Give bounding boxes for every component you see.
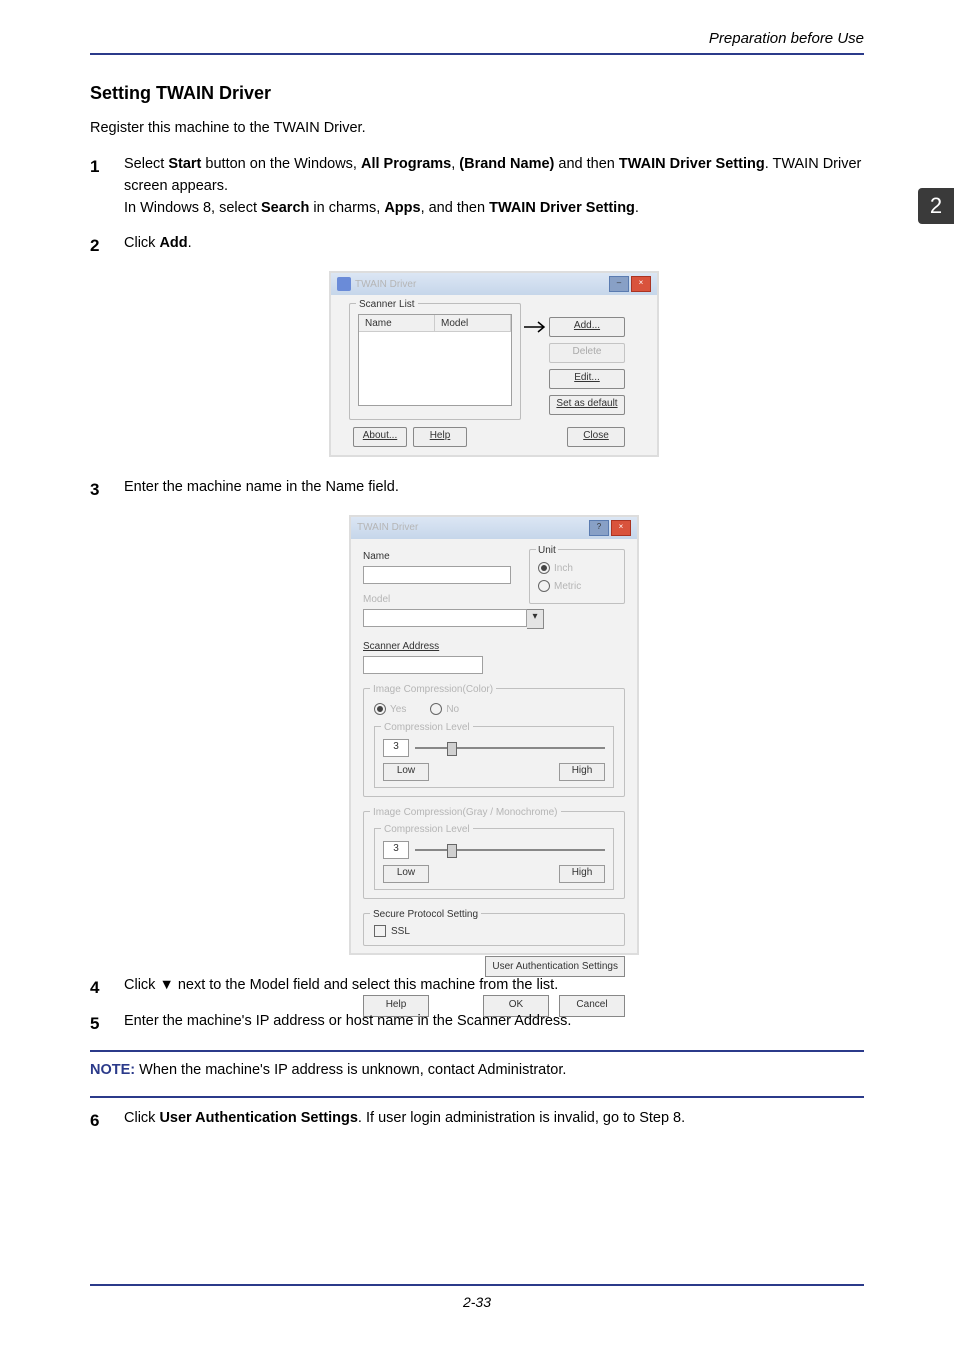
unit-legend: Unit — [536, 543, 558, 558]
image-compression-gray-group: Image Compression(Gray / Monochrome) Com… — [363, 811, 625, 899]
ic-color-legend: Image Compression(Color) — [370, 682, 496, 697]
note: NOTE: When the machine's IP address is u… — [90, 1062, 864, 1078]
unit-group: Unit Inch Metric — [529, 549, 625, 604]
user-auth-settings-button[interactable]: User Authentication Settings — [485, 956, 625, 977]
close-button[interactable]: Close — [567, 427, 625, 447]
dialog-title: TWAIN Driver — [355, 277, 416, 292]
comp-level-value-2[interactable]: 3 — [383, 841, 409, 859]
lead-paragraph: Register this machine to the TWAIN Drive… — [90, 120, 864, 136]
page-number: 2-33 — [90, 1294, 864, 1310]
secure-protocol-group: Secure Protocol Setting SSL — [363, 913, 625, 946]
step-6: Click User Authentication Settings. If u… — [90, 1108, 864, 1130]
dialog2-title: TWAIN Driver — [357, 520, 418, 535]
low-button-2[interactable]: Low — [383, 865, 429, 883]
step-4: Click ▼ next to the Model field and sele… — [90, 975, 864, 997]
page-heading: Setting TWAIN Driver — [90, 83, 864, 104]
scanner-address-input[interactable] — [363, 656, 483, 674]
high-button[interactable]: High — [559, 763, 605, 781]
step-3: Enter the machine name in the Name field… — [90, 477, 864, 955]
callout-arrow — [524, 321, 550, 333]
name-input[interactable] — [363, 566, 511, 584]
comp-slider[interactable] — [415, 747, 605, 749]
help-button[interactable]: Help — [413, 427, 467, 447]
minimize-button[interactable]: – — [609, 276, 629, 292]
close-x-button[interactable]: × — [631, 276, 651, 292]
dialog-titlebar: TWAIN Driver – × — [331, 273, 657, 295]
set-default-button[interactable]: Set as default — [549, 395, 625, 415]
delete-button[interactable]: Delete — [549, 343, 625, 363]
footer-rule — [90, 1284, 864, 1286]
twain-settings-dialog: TWAIN Driver ? × Name Unit Inch Metric — [349, 515, 639, 955]
comp-level-value[interactable]: 3 — [383, 739, 409, 757]
image-compression-color-group: Image Compression(Color) Yes No Compress… — [363, 688, 625, 797]
scanner-list-legend: Scanner List — [356, 297, 418, 312]
scanner-address-label: Scanner Address — [363, 639, 625, 654]
step-2: Click Add. TWAIN Driver – × Scanner List — [90, 233, 864, 457]
help-q-button[interactable]: ? — [589, 520, 609, 536]
secure-legend: Secure Protocol Setting — [370, 907, 481, 922]
comp-level-color: Compression Level 3 Low High — [374, 726, 614, 788]
comp-level-gray: Compression Level 3 Low High — [374, 828, 614, 890]
twain-list-dialog: TWAIN Driver – × Scanner List Name Model — [329, 271, 659, 457]
note-rule-bottom — [90, 1096, 864, 1098]
dialog2-titlebar: TWAIN Driver ? × — [351, 517, 637, 539]
close-x-button-2[interactable]: × — [611, 520, 631, 536]
note-label: NOTE: — [90, 1062, 135, 1078]
header-rule — [90, 53, 864, 55]
app-icon — [337, 277, 351, 291]
step-5: Enter the machine's IP address or host n… — [90, 1011, 864, 1033]
step-1: Select Start button on the Windows, All … — [90, 154, 864, 219]
col-model: Model — [435, 315, 511, 331]
ssl-checkbox[interactable]: SSL — [374, 924, 614, 939]
about-button[interactable]: About... — [353, 427, 407, 447]
high-button-2[interactable]: High — [559, 865, 605, 883]
low-button[interactable]: Low — [383, 763, 429, 781]
model-dropdown-icon[interactable]: ▾ — [527, 609, 544, 629]
header-section: Preparation before Use — [90, 30, 864, 53]
add-button[interactable]: Add... — [549, 317, 625, 337]
note-rule-top — [90, 1050, 864, 1052]
comp-level-legend-2: Compression Level — [381, 822, 473, 837]
comp-level-legend: Compression Level — [381, 720, 473, 735]
edit-button[interactable]: Edit... — [549, 369, 625, 389]
ic-color-yes[interactable]: Yes — [374, 702, 406, 717]
unit-metric-radio[interactable]: Metric — [538, 579, 616, 594]
scanner-list[interactable]: Name Model — [358, 314, 512, 406]
model-select[interactable] — [363, 609, 527, 627]
unit-inch-radio[interactable]: Inch — [538, 561, 616, 576]
section-tab: 2 — [918, 188, 954, 224]
comp-slider-2[interactable] — [415, 849, 605, 851]
ic-gray-legend: Image Compression(Gray / Monochrome) — [370, 805, 561, 820]
ic-color-no[interactable]: No — [430, 702, 459, 717]
col-name: Name — [359, 315, 435, 331]
scanner-list-group: Scanner List Name Model — [349, 303, 521, 420]
